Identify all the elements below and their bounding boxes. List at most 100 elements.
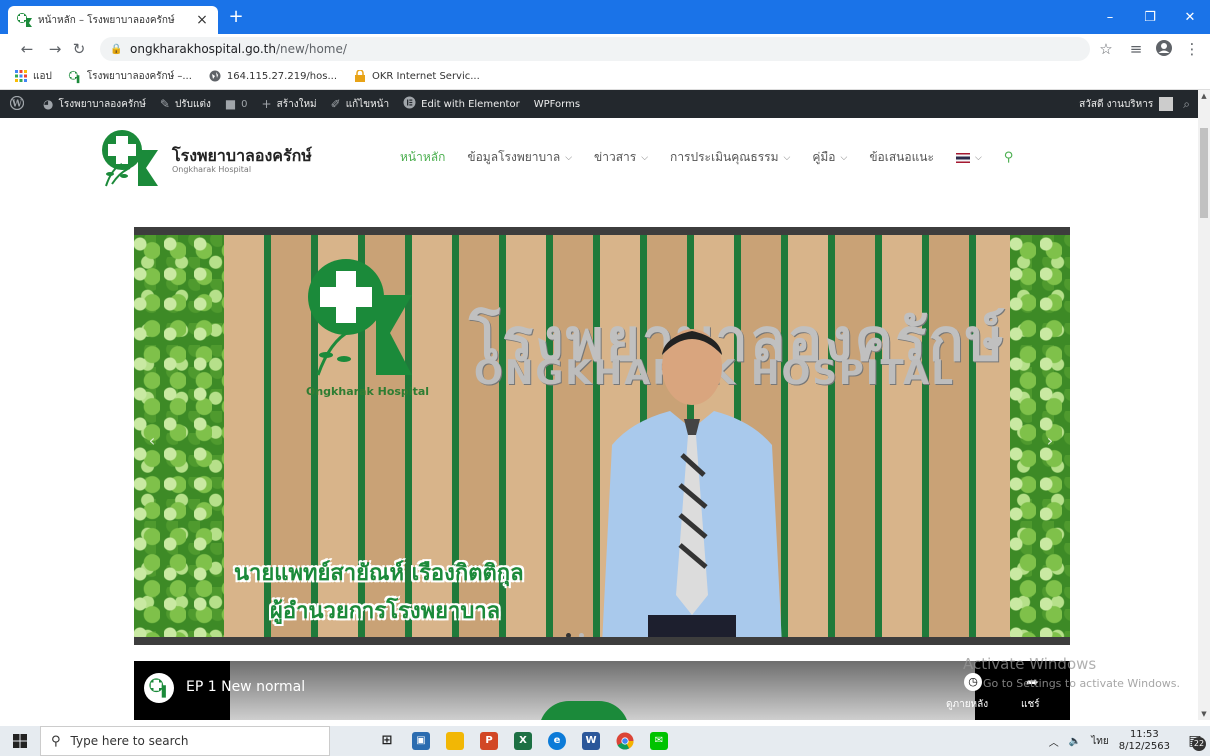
minimize-button[interactable]: – (1090, 0, 1130, 34)
slider-prev-arrow-icon[interactable]: ‹ (144, 431, 160, 451)
elementor-icon (403, 96, 416, 112)
forward-arrow-icon[interactable]: → (44, 38, 66, 60)
main-navigation: หน้าหลัก ข้อมูลโรงพยาบาล ⌵ ข่าวสาร ⌵ การ… (400, 148, 1035, 167)
taskbar-clock[interactable]: 11:53 8/12/2563 (1119, 729, 1170, 753)
reload-icon[interactable]: ↻ (68, 38, 90, 60)
nav-label: ข้อมูลโรงพยาบาล (467, 150, 561, 164)
file-explorer-icon[interactable] (438, 726, 472, 756)
admin-wpforms[interactable]: WPForms (534, 99, 580, 110)
admin-wpforms-label: WPForms (533, 98, 581, 110)
windows-taskbar: ⚲ Type here to search ⊞ ▣ P X e W ✉ ︿ 🔈 … (0, 726, 1210, 756)
nav-label: ข่าวสาร (594, 150, 637, 164)
chrome-icon[interactable] (608, 726, 642, 756)
excel-icon[interactable]: X (506, 726, 540, 756)
address-bar[interactable]: 🔒 ongkharakhospital.go.th /new/home/ (100, 37, 1090, 61)
clock-date: 8/12/2563 (1118, 741, 1170, 752)
nav-suggestions[interactable]: ข้อเสนอแนะ (869, 148, 934, 167)
admin-account[interactable]: สวัสดี งานบริหาร ⌕ (1079, 90, 1190, 118)
video-title[interactable]: EP 1 New normal (186, 679, 305, 695)
slider-dot[interactable] (566, 633, 571, 637)
slider-dot[interactable] (579, 633, 584, 637)
activate-windows-hint: Go to Settings to activate Windows. (983, 677, 1181, 690)
word-icon[interactable]: W (574, 726, 608, 756)
wp-logo-menu[interactable]: W (9, 95, 29, 113)
admin-comments[interactable]: ■ 0 (225, 97, 248, 111)
video-embed[interactable]: EP 1 New normal ◷ ➦ ดูภายหลัง แชร์ (134, 661, 1070, 720)
channel-avatar[interactable] (144, 673, 174, 703)
task-view-icon[interactable]: ⊞ (370, 726, 404, 756)
input-language[interactable]: ไทย (1091, 734, 1108, 749)
site-tagline: Ongkharak Hospital (172, 165, 252, 174)
hospital-favicon (17, 13, 32, 27)
watch-later-clock-icon[interactable]: ◷ (964, 673, 982, 691)
close-window-button[interactable]: ✕ (1170, 0, 1210, 34)
admin-elementor[interactable]: Edit with Elementor (403, 96, 520, 112)
new-tab-button[interactable]: + (226, 7, 246, 27)
browser-tab[interactable]: หน้าหลัก – โรงพยาบาลองครักษ์ × (8, 6, 218, 34)
nav-manual[interactable]: คู่มือ ⌵ (812, 148, 847, 167)
powerpoint-icon[interactable]: P (472, 726, 506, 756)
bookmark-star-icon[interactable]: ☆ (1096, 39, 1116, 59)
maximize-button[interactable]: ❐ (1130, 0, 1170, 34)
nav-home[interactable]: หน้าหลัก (400, 148, 445, 167)
watch-later-label[interactable]: ดูภายหลัง (946, 697, 988, 712)
windows-start-button[interactable] (0, 726, 40, 756)
edge-icon[interactable]: e (540, 726, 574, 756)
profile-icon[interactable] (1154, 39, 1174, 59)
pencil-icon: ✐ (330, 97, 341, 111)
back-arrow-icon[interactable]: ← (16, 38, 38, 60)
nav-ethics-assessment[interactable]: การประเมินคุณธรรม ⌵ (670, 148, 790, 167)
admin-search-icon[interactable]: ⌕ (1183, 97, 1190, 112)
tray-chevron-up-icon[interactable]: ︿ (1049, 734, 1059, 749)
activate-windows-title: Activate Windows (963, 655, 1097, 673)
bookmark-apps[interactable]: แอป (14, 69, 52, 84)
volume-icon[interactable]: 🔈 (1069, 736, 1081, 747)
store-icon[interactable]: ▣ (404, 726, 438, 756)
nav-search[interactable]: ⚲ (1004, 150, 1014, 165)
screen: หน้าหลัก – โรงพยาบาลองครักษ์ × + – ❐ ✕ ←… (0, 0, 1210, 756)
url-host: ongkharakhospital.go.th (130, 42, 276, 56)
bookmark-okr[interactable]: OKR Internet Servic... (353, 68, 480, 84)
nav-news[interactable]: ข่าวสาร ⌵ (594, 148, 648, 167)
notification-center-button[interactable]: ▤ 22 (1180, 726, 1210, 756)
admin-edit-label: แก้ไขหน้า (345, 98, 390, 110)
chevron-down-icon: ⌵ (783, 152, 791, 163)
page-scrollbar[interactable]: ▲ ▼ (1198, 90, 1210, 720)
share-label[interactable]: แชร์ (1021, 697, 1040, 712)
paintbrush-icon: ✎ (159, 97, 170, 111)
language-switcher[interactable]: ⌵ (955, 152, 982, 163)
taskbar-search-placeholder: Type here to search (70, 734, 189, 748)
admin-edit-page[interactable]: ✐ แก้ไขหน้า (331, 97, 389, 112)
scroll-down-arrow-icon[interactable]: ▼ (1198, 708, 1210, 720)
bookmark-hospital[interactable]: โรงพยาบาลองครักษ์ –... (68, 69, 192, 84)
taskbar-search-box[interactable]: ⚲ Type here to search (40, 726, 330, 756)
scroll-thumb[interactable] (1200, 128, 1208, 218)
nav-label: การประเมินคุณธรรม (670, 150, 779, 164)
wp-admin-bar: W ◕ โรงพยาบาลองครักษ์ ✎ ปรับแต่ง ■ 0 + ส… (0, 90, 1198, 118)
nav-hospital-info[interactable]: ข้อมูลโรงพยาบาล ⌵ (467, 148, 572, 167)
tab-close-icon[interactable]: × (194, 12, 210, 28)
slider-next-arrow-icon[interactable]: › (1042, 431, 1058, 451)
chrome-menu-icon[interactable]: ⋮ (1182, 39, 1202, 59)
admin-comments-count: 0 (241, 98, 248, 110)
admin-site-menu[interactable]: ◕ โรงพยาบาลองครักษ์ (43, 97, 146, 112)
bookmark-ip[interactable]: 164.115.27.219/hos... (208, 70, 337, 84)
bookmark-label: OKR Internet Servic... (372, 71, 480, 82)
foliage-wall-right (1010, 235, 1070, 637)
tab-title: หน้าหลัก – โรงพยาบาลองครักษ์ (38, 14, 175, 26)
slider-dots (562, 633, 588, 637)
search-icon: ⚲ (51, 733, 61, 749)
reading-list-icon[interactable]: ≡ (1126, 39, 1146, 59)
scroll-up-arrow-icon[interactable]: ▲ (1198, 90, 1210, 102)
line-app-icon[interactable]: ✉ (642, 726, 676, 756)
admin-customize[interactable]: ✎ ปรับแต่ง (160, 97, 211, 112)
chevron-down-icon: ⌵ (840, 152, 848, 163)
dashboard-gauge-icon: ◕ (43, 97, 54, 111)
hero-slide: Ongkharak Hospital โรงพยาบาลองครักษ์ ONG… (134, 235, 1070, 637)
admin-new[interactable]: + สร้างใหม่ (262, 97, 317, 112)
hero-slider: Ongkharak Hospital โรงพยาบาลองครักษ์ ONG… (134, 227, 1070, 645)
avatar (1159, 97, 1174, 111)
hospital-logo[interactable] (100, 128, 158, 188)
director-photo (602, 329, 782, 637)
bookmark-label: 164.115.27.219/hos... (226, 71, 337, 82)
